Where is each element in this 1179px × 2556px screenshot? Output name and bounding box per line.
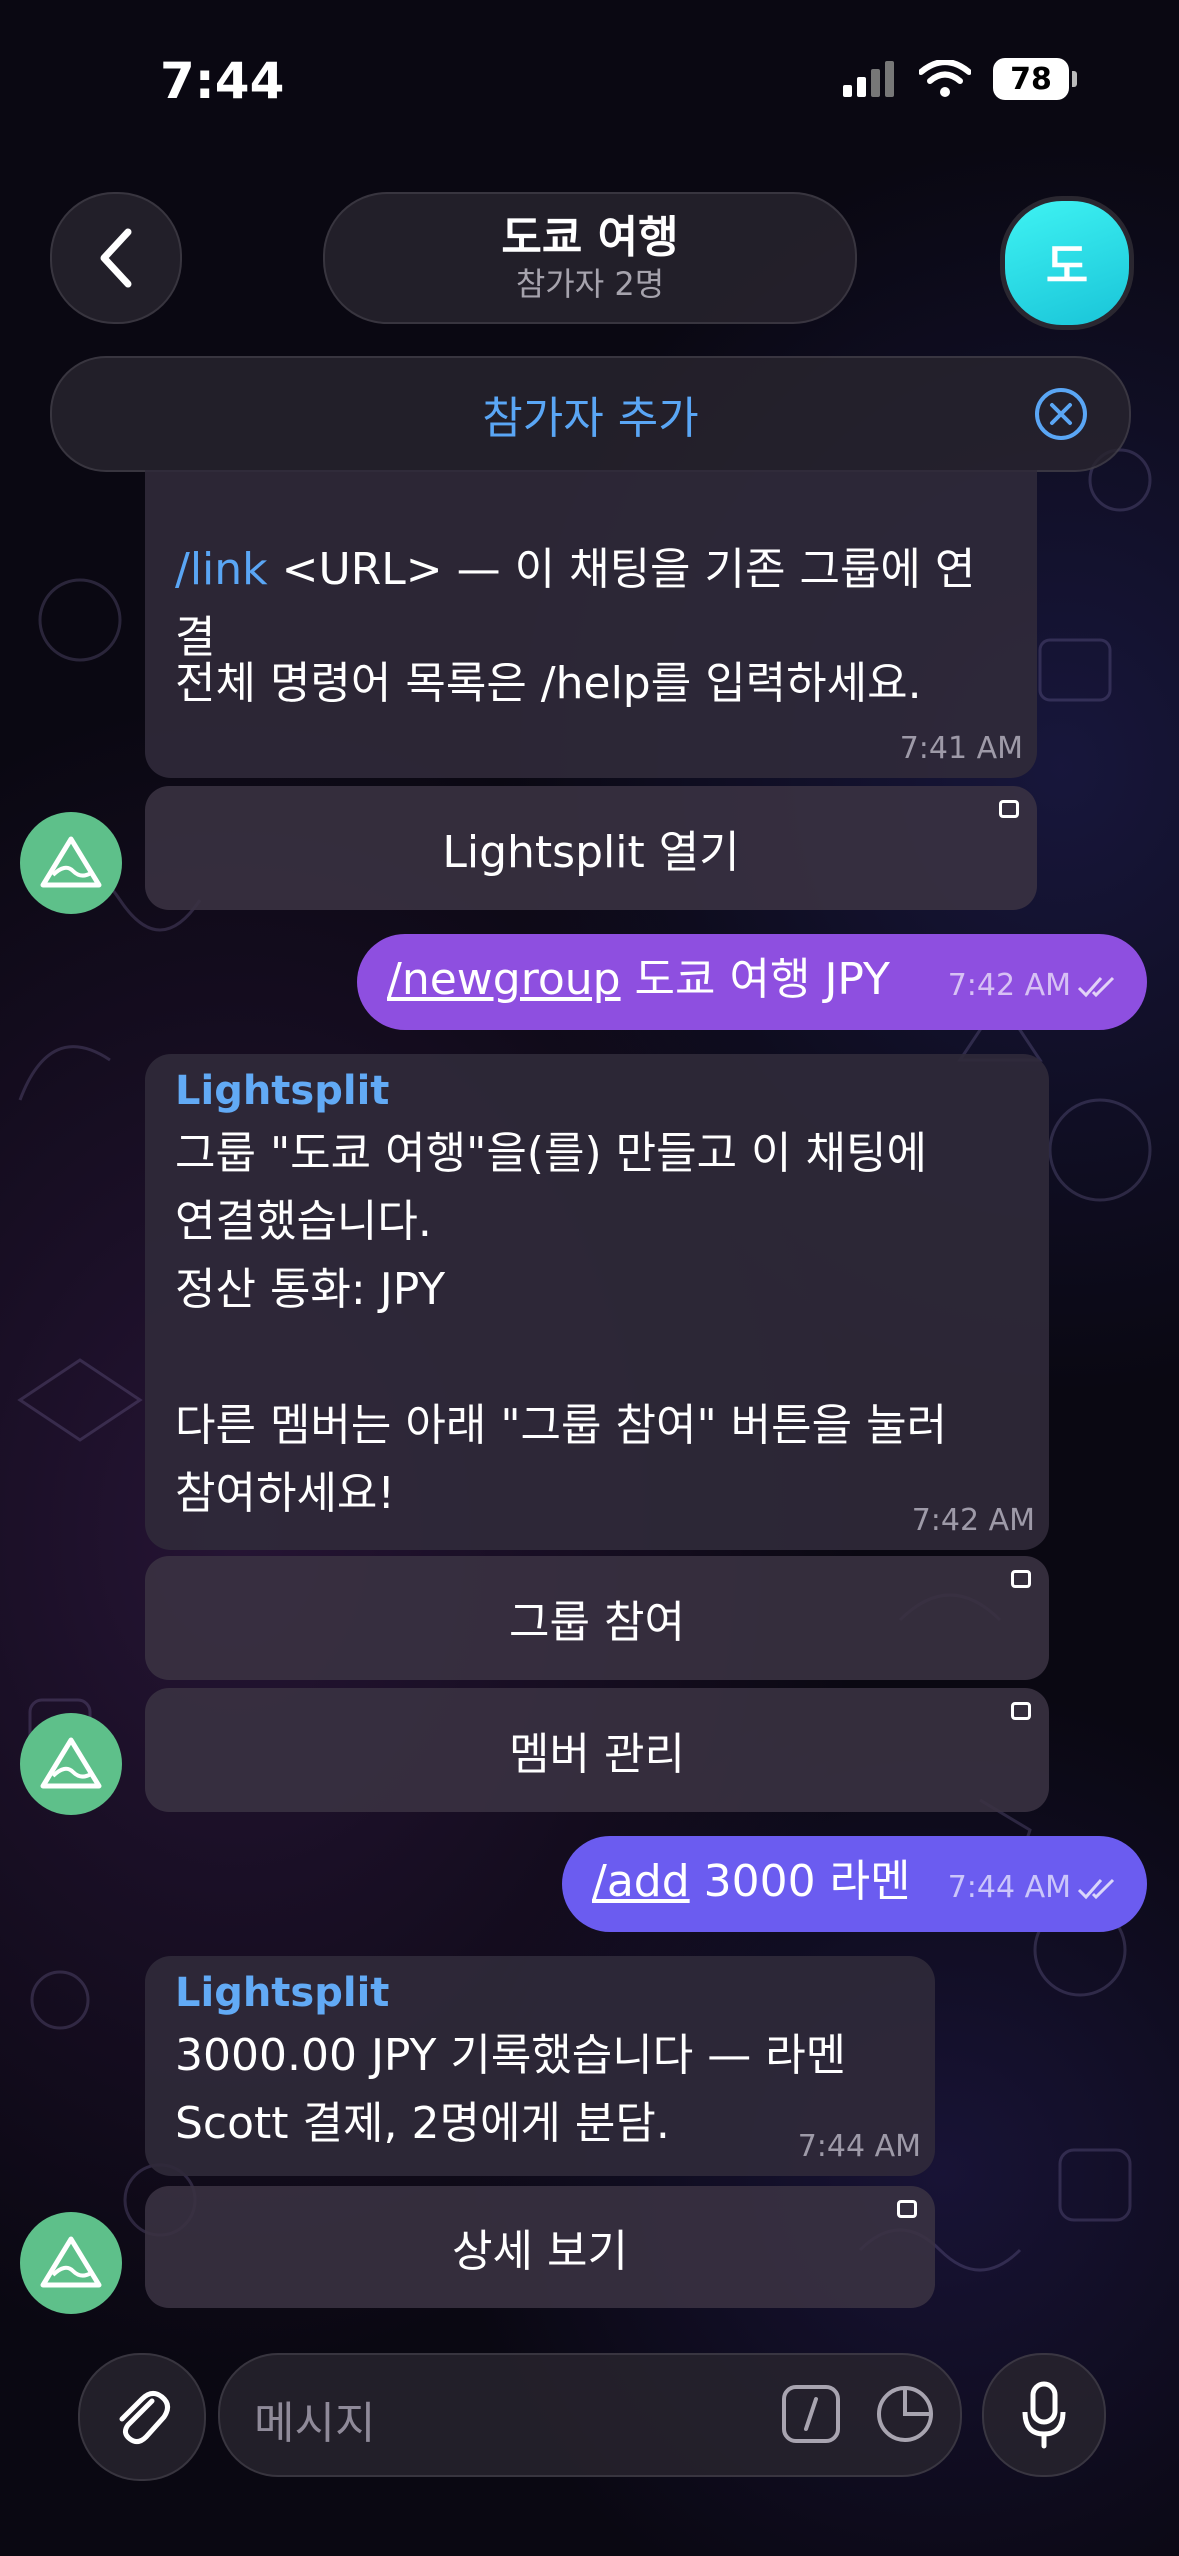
chevron-left-icon bbox=[100, 228, 132, 288]
group-avatar-letter: 도 bbox=[1045, 239, 1089, 293]
mountain-logo-icon bbox=[40, 1737, 102, 1789]
web-app-icon bbox=[999, 800, 1019, 818]
close-circle-icon[interactable] bbox=[1033, 386, 1089, 442]
message-text: 도쿄 여행 JPY bbox=[620, 954, 890, 1005]
paperclip-icon bbox=[119, 2391, 170, 2445]
message-bubble-outgoing: /newgroup 도쿄 여행 JPY 7:42 AM bbox=[357, 934, 1147, 1030]
chat-title-pill[interactable]: 도쿄 여행 참가자 2명 bbox=[323, 192, 857, 324]
sender-name: Lightsplit bbox=[175, 1068, 390, 1114]
message-text: 3000 라멘 bbox=[689, 1856, 911, 1907]
bot-avatar[interactable] bbox=[20, 812, 122, 914]
command-link[interactable]: /newgroup bbox=[387, 954, 621, 1005]
button-label: 그룹 참여 bbox=[509, 1597, 685, 1648]
group-avatar[interactable]: 도 bbox=[1000, 196, 1134, 330]
read-checkmarks-icon bbox=[1077, 1878, 1115, 1899]
command-link[interactable]: /link bbox=[175, 544, 268, 595]
join-group-button[interactable]: 그룹 참여 bbox=[145, 1556, 1049, 1680]
voice-message-button[interactable] bbox=[982, 2353, 1106, 2477]
web-app-icon bbox=[897, 2200, 917, 2218]
status-time: 7:44 bbox=[160, 52, 285, 110]
button-label: 멤버 관리 bbox=[509, 1729, 685, 1780]
open-lightsplit-button[interactable]: Lightsplit 열기 bbox=[145, 786, 1037, 910]
battery-indicator: 78 bbox=[993, 58, 1077, 100]
message-text: 전체 명령어 목록은 /help를 입력하세요. bbox=[175, 658, 922, 709]
status-icons: 78 bbox=[843, 58, 1077, 100]
message-input[interactable]: 메시지 bbox=[218, 2353, 962, 2477]
message-time: 7:41 AM bbox=[899, 731, 1023, 766]
mountain-logo-icon bbox=[40, 836, 102, 888]
message-input-placeholder: 메시지 bbox=[254, 2398, 376, 2449]
participant-count: 참가자 2명 bbox=[515, 265, 665, 303]
cellular-signal-icon bbox=[843, 61, 894, 97]
message-text: 그룹 "도쿄 여행"을(를) 만들고 이 채팅에 연결했습니다. 정산 통화: … bbox=[175, 1128, 948, 1519]
back-button[interactable] bbox=[50, 192, 182, 324]
command-link[interactable]: /add bbox=[592, 1856, 690, 1907]
message-time: 7:44 AM bbox=[797, 2129, 921, 2164]
view-details-button[interactable]: 상세 보기 bbox=[145, 2186, 935, 2308]
message-time: 7:42 AM bbox=[911, 1503, 1035, 1538]
mountain-logo-icon bbox=[40, 2236, 102, 2288]
message-time: 7:44 AM bbox=[947, 1870, 1071, 1905]
message-bubble-bot: Lightsplit 그룹 "도쿄 여행"을(를) 만들고 이 채팅에 연결했습… bbox=[145, 1054, 1049, 1550]
message-text: <URL> — 이 채팅을 기존 그룹에 연 결 bbox=[175, 544, 976, 663]
add-participant-label: 참가자 추가 bbox=[482, 393, 699, 444]
bot-commands-icon[interactable] bbox=[780, 2383, 842, 2445]
read-checkmarks-icon bbox=[1077, 976, 1115, 997]
web-app-icon bbox=[1011, 1570, 1031, 1588]
microphone-icon bbox=[1022, 2381, 1066, 2449]
button-label: Lightsplit 열기 bbox=[442, 827, 740, 878]
attach-button[interactable] bbox=[78, 2353, 206, 2481]
web-app-icon bbox=[1011, 1702, 1031, 1720]
sticker-icon[interactable] bbox=[874, 2383, 936, 2445]
message-time: 7:42 AM bbox=[947, 968, 1071, 1003]
add-participant-bar[interactable]: 참가자 추가 bbox=[50, 356, 1131, 472]
sender-name: Lightsplit bbox=[175, 1970, 390, 2016]
chat-title: 도쿄 여행 bbox=[501, 212, 679, 263]
message-bubble-bot: /link <URL> — 이 채팅을 기존 그룹에 연 결 전체 명령어 목록… bbox=[145, 470, 1037, 778]
bot-avatar[interactable] bbox=[20, 2212, 122, 2314]
message-bubble-bot: Lightsplit 3000.00 JPY 기록했습니다 — 라멘 Scott… bbox=[145, 1956, 935, 2176]
message-bubble-outgoing: /add 3000 라멘 7:44 AM bbox=[562, 1836, 1147, 1932]
manage-members-button[interactable]: 멤버 관리 bbox=[145, 1688, 1049, 1812]
bot-avatar[interactable] bbox=[20, 1713, 122, 1815]
wifi-icon bbox=[919, 60, 971, 97]
button-label: 상세 보기 bbox=[452, 2226, 628, 2277]
